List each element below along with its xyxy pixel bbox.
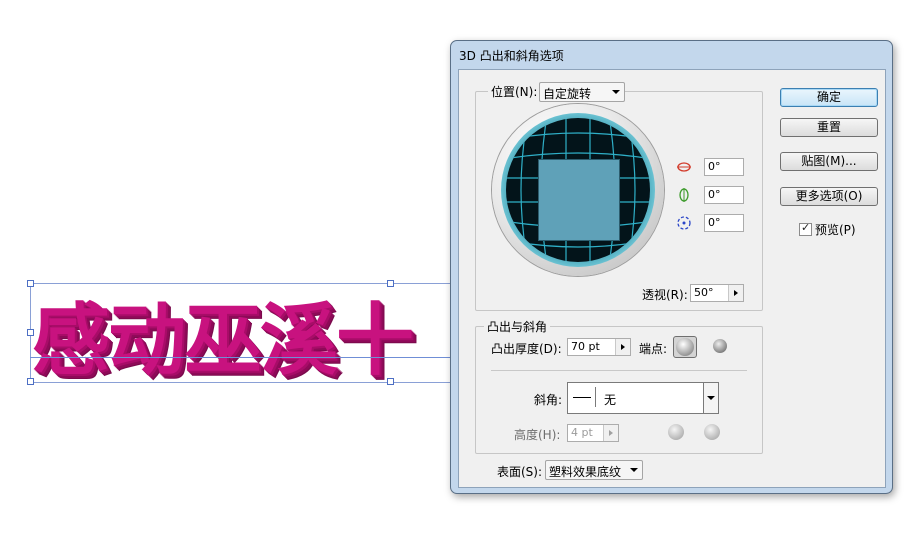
rotate-x-icon (676, 159, 692, 175)
extrude-bevel-group: 凸出与斜角 凸出厚度(D): 70 pt 端点: 斜角: 无 高度(H): 4 … (475, 318, 763, 454)
bevel-select[interactable]: 无 (567, 382, 719, 414)
bevel-label: 斜角: (534, 393, 563, 407)
bevel-height-field[interactable]: 4 pt (567, 424, 619, 442)
handle-top-middle[interactable] (387, 280, 394, 287)
cap-off-icon[interactable] (713, 339, 727, 353)
handle-top-left[interactable] (27, 280, 34, 287)
rotate-z-icon (676, 215, 692, 231)
perspective-dropdown-arrow[interactable] (728, 285, 743, 301)
rotate-x-value: 0° (708, 160, 721, 173)
position-select-value: 自定旋转 (543, 87, 592, 101)
bevel-height-value: 4 pt (571, 426, 593, 439)
bevel-dropdown-button[interactable] (703, 382, 719, 414)
bevel-in-icon[interactable] (704, 424, 720, 440)
rotate-y-value: 0° (708, 188, 721, 201)
bevel-height-dropdown-arrow[interactable] (603, 425, 618, 441)
extrude-divider (491, 370, 747, 371)
3d-extrude-bevel-dialog: 3D 凸出和斜角选项 位置(N): 自定旋转 0° 0° 0° 透视(R): 5… (450, 40, 893, 494)
surface-select[interactable]: 塑料效果底纹 (545, 460, 643, 480)
cube-preview[interactable] (538, 159, 620, 241)
dialog-client-area: 位置(N): 自定旋转 0° 0° 0° 透视(R): 50° 凸出与斜角 凸出… (458, 69, 886, 488)
handle-middle-left[interactable] (27, 329, 34, 336)
rotate-x-field[interactable]: 0° (704, 158, 744, 176)
perspective-label: 透视(R): (642, 288, 688, 302)
rotate-y-icon (676, 187, 692, 203)
text-baseline (30, 357, 451, 358)
rotate-z-field[interactable]: 0° (704, 214, 744, 232)
bevel-preview-icon (571, 387, 596, 407)
extrude-depth-value: 70 pt (571, 340, 600, 353)
preview-checkbox[interactable] (799, 221, 812, 236)
chevron-down-icon (707, 396, 715, 400)
preview-label[interactable]: 预览(P) (815, 221, 856, 238)
perspective-field[interactable]: 50° (690, 284, 744, 302)
position-label: 位置(N): (488, 83, 541, 100)
position-group: 位置(N): 自定旋转 0° 0° 0° 透视(R): 50° (475, 82, 763, 311)
chevron-down-icon (630, 468, 638, 472)
chevron-down-icon (612, 90, 620, 94)
extrude-depth-dropdown-arrow[interactable] (615, 339, 630, 355)
extrude-depth-label: 凸出厚度(D): (491, 342, 562, 356)
bevel-out-icon[interactable] (668, 424, 684, 440)
rotate-y-field[interactable]: 0° (704, 186, 744, 204)
extrude-bevel-group-label: 凸出与斜角 (484, 318, 551, 335)
bevel-height-label: 高度(H): (514, 428, 561, 442)
handle-bottom-middle[interactable] (387, 378, 394, 385)
selection-bounding-box (30, 283, 452, 383)
rotate-z-value: 0° (708, 216, 721, 229)
position-select[interactable]: 自定旋转 (539, 82, 625, 102)
bevel-value: 无 (604, 393, 617, 407)
reset-button[interactable]: 重置 (780, 118, 878, 137)
surface-label: 表面(S): (497, 465, 543, 479)
handle-bottom-left[interactable] (27, 378, 34, 385)
dialog-title: 3D 凸出和斜角选项 (459, 49, 564, 63)
extrude-depth-field[interactable]: 70 pt (567, 338, 631, 356)
perspective-value: 50° (694, 286, 714, 299)
map-art-button[interactable]: 贴图(M)... (780, 152, 878, 171)
ok-button[interactable]: 确定 (780, 88, 878, 107)
surface-select-value: 塑料效果底纹 (549, 465, 622, 479)
cap-on-icon (676, 338, 694, 356)
more-options-button[interactable]: 更多选项(O) (780, 187, 878, 206)
cap-on-button[interactable] (673, 336, 697, 358)
cap-label: 端点: (639, 342, 668, 356)
